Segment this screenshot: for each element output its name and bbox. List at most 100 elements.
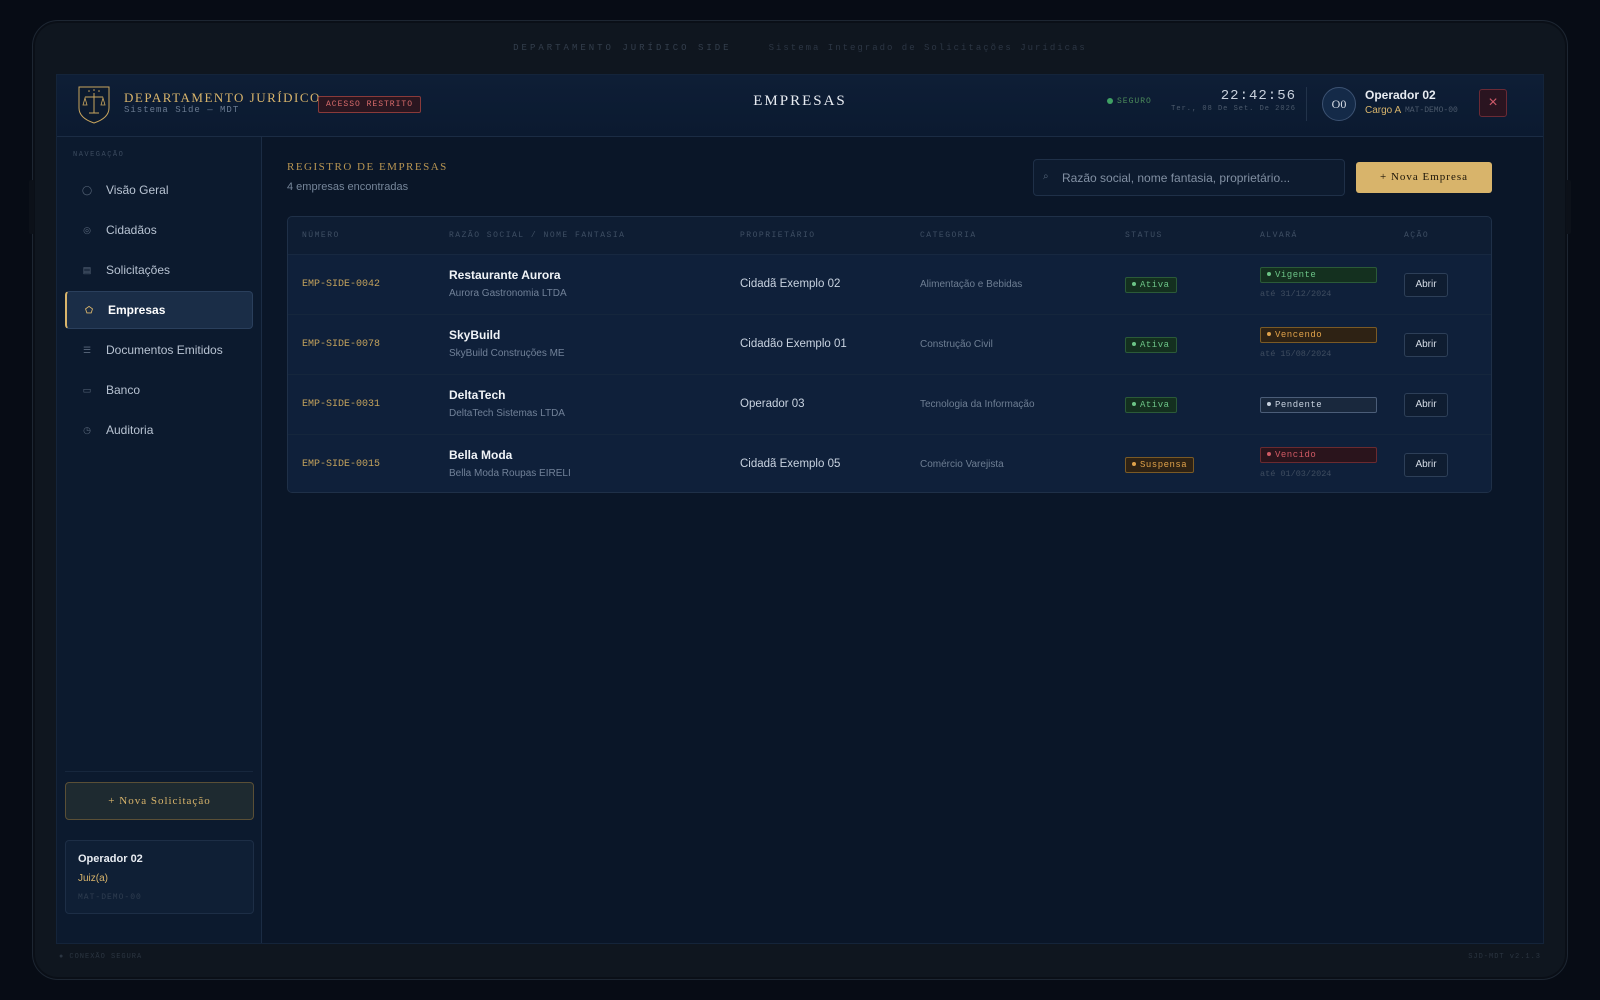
table-row[interactable]: EMP-SIDE-0015 Bella Moda Bella Moda Roup… — [288, 435, 1491, 492]
nav-heading: NAVEGAÇÃO — [73, 151, 125, 159]
bezel-subtitle: Sistema Integrado de Solicitações Jurídi… — [768, 43, 1087, 53]
sidebar-item-banco[interactable]: ▭ Banco — [65, 371, 253, 409]
column-header-acao: AÇÃO — [1404, 231, 1430, 240]
license-text: Vigente — [1275, 270, 1317, 280]
company-owner: Cidadã Exemplo 02 — [740, 278, 841, 290]
scales-of-justice-icon — [78, 86, 110, 124]
license-dot-icon — [1267, 401, 1271, 406]
device-side-button-right — [1566, 180, 1571, 234]
table-row[interactable]: EMP-SIDE-0042 Restaurante Aurora Aurora … — [288, 255, 1491, 315]
license-dot-icon — [1267, 331, 1271, 336]
sidebar: NAVEGAÇÃO ◯ Visão Geral ◎ Cidadãos ▤ Solici… — [57, 137, 262, 943]
clock: 22:42:56 — [1220, 88, 1296, 104]
company-number: EMP-SIDE-0015 — [302, 459, 381, 470]
license-text: Vencendo — [1275, 330, 1323, 340]
new-company-button[interactable]: + Nova Empresa — [1356, 162, 1492, 193]
sidebar-item-visao-geral[interactable]: ◯ Visão Geral — [65, 171, 253, 209]
status-dot-icon — [1132, 461, 1136, 466]
status-text: Suspensa — [1140, 460, 1188, 470]
section-title: REGISTRO DE EMPRESAS — [287, 161, 448, 173]
table-row[interactable]: EMP-SIDE-0078 SkyBuild SkyBuild Construç… — [288, 315, 1491, 375]
close-button[interactable]: × — [1479, 89, 1507, 117]
column-header-categoria: CATEGORIA — [920, 231, 977, 240]
open-button[interactable]: Abrir — [1404, 333, 1448, 357]
company-category: Comércio Varejista — [920, 459, 1004, 470]
column-header-razao-social: RAZÃO SOCIAL / NOME FANTASIA — [449, 231, 626, 240]
license-text: Pendente — [1275, 400, 1323, 410]
open-button[interactable]: Abrir — [1404, 273, 1448, 297]
status-badge: Ativa — [1125, 337, 1177, 353]
license-text: Vencido — [1275, 450, 1317, 460]
sidebar-item-empresas[interactable]: ⬠ Empresas — [65, 291, 253, 329]
sidebar-item-label: Documentos Emitidos — [106, 343, 223, 357]
main-content: REGISTRO DE EMPRESAS 4 empresas encontra… — [263, 137, 1543, 943]
nav-list: ◯ Visão Geral ◎ Cidadãos ▤ Solicitações ⬠ Em… — [65, 171, 253, 451]
user-card-role: Juiz(a) — [78, 873, 109, 884]
license-badge: Pendente — [1260, 397, 1377, 413]
sidebar-item-auditoria[interactable]: ◷ Auditoria — [65, 411, 253, 449]
sidebar-item-documentos[interactable]: ☰ Documentos Emitidos — [65, 331, 253, 369]
search-box: ⌕ — [1033, 159, 1345, 196]
clock-icon: ◷ — [83, 424, 91, 435]
bezel-top-text: DEPARTAMENTO JURÍDICO SIDE Sistema Integ… — [33, 43, 1567, 53]
status-badge: Ativa — [1125, 397, 1177, 413]
status-dot-icon — [1132, 401, 1136, 406]
operator-name: Operador 02 — [1365, 88, 1436, 102]
company-number: EMP-SIDE-0042 — [302, 279, 381, 290]
open-button[interactable]: Abrir — [1404, 393, 1448, 417]
version-label: SJD-MDT v2.1.3 — [1468, 953, 1541, 961]
company-number: EMP-SIDE-0031 — [302, 399, 381, 410]
results-count: 4 empresas encontradas — [287, 181, 409, 193]
company-legal-name: Bella Moda Roupas EIRELI — [449, 468, 571, 479]
company-name: Restaurante Aurora — [449, 268, 561, 282]
open-button[interactable]: Abrir — [1404, 453, 1448, 477]
sidebar-item-label: Solicitações — [106, 263, 171, 277]
new-request-button[interactable]: + Nova Solicitação — [65, 782, 254, 820]
device-side-button-left — [29, 180, 34, 234]
sidebar-item-label: Cidadãos — [106, 223, 157, 237]
license-badge: Vencido — [1260, 447, 1377, 463]
status-badge: Suspensa — [1125, 457, 1195, 473]
sidebar-item-cidadaos[interactable]: ◎ Cidadãos — [65, 211, 253, 249]
operator-matricula: MAT-DEMO-00 — [1405, 106, 1458, 115]
sidebar-item-solicitacoes[interactable]: ▤ Solicitações — [65, 251, 253, 289]
sidebar-item-label: Auditoria — [106, 423, 154, 437]
license-badge: Vencendo — [1260, 327, 1377, 343]
operator-cargo: Cargo A — [1365, 105, 1402, 116]
user-card-name: Operador 02 — [78, 853, 143, 865]
license-badge: Vigente — [1260, 267, 1377, 283]
bezel-title: DEPARTAMENTO JURÍDICO SIDE — [513, 43, 732, 53]
secure-indicator: SEGURO — [1107, 97, 1152, 106]
companies-table: NÚMERO RAZÃO SOCIAL / NOME FANTASIA PROP… — [287, 216, 1492, 493]
bank-card-icon: ▭ — [82, 384, 92, 395]
status-text: Ativa — [1140, 280, 1170, 290]
secure-label: SEGURO — [1117, 97, 1152, 106]
app-header: DEPARTAMENTO JURÍDICO Sistema Side — MDT… — [57, 75, 1543, 137]
company-legal-name: Aurora Gastronomia LTDA — [449, 288, 567, 299]
secure-dot-icon — [1107, 97, 1113, 104]
company-owner: Cidadã Exemplo 05 — [740, 458, 841, 470]
building-icon: ⬠ — [85, 304, 93, 315]
user-card-matricula: MAT-DEMO-00 — [78, 893, 142, 902]
company-name: Bella Moda — [449, 448, 513, 462]
documents-icon: ☰ — [82, 344, 92, 355]
company-name: SkyBuild — [449, 328, 501, 342]
date-display: Ter., 08 De Set. De 2026 — [1171, 105, 1296, 113]
avatar[interactable]: O0 — [1322, 87, 1356, 121]
search-input[interactable] — [1062, 160, 1340, 195]
company-number: EMP-SIDE-0078 — [302, 339, 381, 350]
connection-status: ● CONEXÃO SEGURA — [59, 953, 143, 961]
overview-icon: ◯ — [81, 184, 93, 195]
column-header-numero: NÚMERO — [302, 231, 340, 240]
column-header-alvara: ALVARÁ — [1260, 231, 1298, 240]
table-row[interactable]: EMP-SIDE-0031 DeltaTech DeltaTech Sistem… — [288, 375, 1491, 435]
citizens-icon: ◎ — [83, 224, 91, 235]
license-expiry: até 15/08/2024 — [1260, 349, 1332, 359]
close-icon: × — [1488, 94, 1498, 111]
license-expiry: até 31/12/2024 — [1260, 289, 1332, 299]
sidebar-item-label: Empresas — [108, 303, 166, 317]
department-title: DEPARTAMENTO JURÍDICO — [124, 90, 321, 105]
table-header: NÚMERO RAZÃO SOCIAL / NOME FANTASIA PROP… — [288, 217, 1491, 255]
status-dot-icon — [1132, 281, 1136, 286]
app-screen: DEPARTAMENTO JURÍDICO Sistema Side — MDT… — [56, 74, 1544, 944]
